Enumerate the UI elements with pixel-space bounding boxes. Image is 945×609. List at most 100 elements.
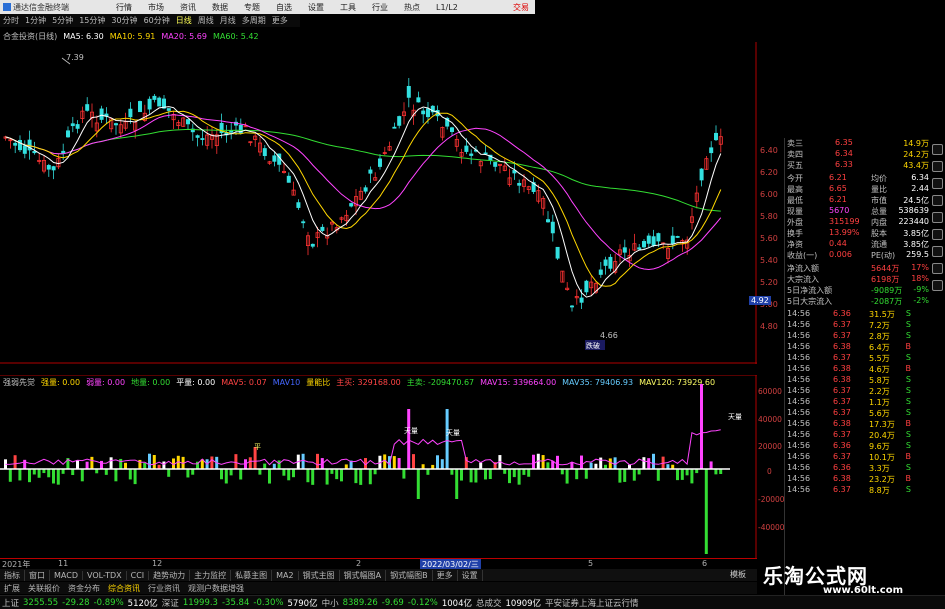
menu-item-news[interactable]: 资讯 (172, 2, 204, 13)
tab-settings[interactable]: 设置 (458, 569, 483, 581)
stat-value: 13.99% (829, 228, 860, 237)
tick-price: 6.37 (833, 320, 851, 329)
flow-row: 5日大宗流入 -2087万 -2% (785, 296, 931, 306)
tick-volume: 5.6万 (869, 409, 890, 418)
volume-bar (676, 469, 679, 481)
trade-button[interactable]: 交易 (513, 2, 535, 13)
tab-steel-a[interactable]: 钢式幅图A (340, 569, 387, 581)
tab-related[interactable]: 关联报价 (24, 583, 64, 594)
volume-bar (119, 458, 123, 469)
period-monthly[interactable]: 月线 (217, 15, 239, 26)
tab-general-news[interactable]: 综合资讯 (104, 583, 144, 594)
tab-trend[interactable]: 趋势动力 (149, 569, 191, 581)
menu-item-market[interactable]: 市场 (140, 2, 172, 13)
period-multi[interactable]: 多周期 (239, 15, 269, 26)
volume-bar (258, 469, 262, 475)
period-weekly[interactable]: 周线 (195, 15, 217, 26)
menu-item-topics[interactable]: 专题 (236, 2, 268, 13)
tab-steel-b[interactable]: 钢式幅图B (386, 569, 433, 581)
volume-indicator-chart[interactable]: 天量 天量 天量 平 (0, 375, 757, 558)
status-item: 5790亿 (287, 598, 318, 609)
tab-ma2[interactable]: MA2 (272, 570, 299, 580)
tab-fund-dist[interactable]: 资金分布 (64, 583, 104, 594)
period-intraday[interactable]: 分时 (0, 15, 22, 26)
tick-volume: 9.6万 (869, 442, 890, 451)
tab-extend[interactable]: 扩展 (0, 583, 24, 594)
tick-side: S (905, 309, 911, 318)
candle-body (449, 127, 454, 132)
tick-side: S (905, 430, 911, 439)
tab-private-main[interactable]: 私募主图 (231, 569, 273, 581)
stat-row: 收益(一) 0.006 PE(动) 259.5 (785, 250, 931, 260)
period-daily[interactable]: 日线 (173, 15, 195, 26)
period-60min[interactable]: 60分钟 (141, 15, 173, 26)
tab-indicator[interactable]: 指标 (0, 569, 25, 581)
menu-item-settings[interactable]: 设置 (300, 2, 332, 13)
tab-steel-main[interactable]: 钢式主图 (299, 569, 340, 581)
menu-item-level[interactable]: L1/L2 (428, 3, 466, 12)
toolbar-info-icon[interactable] (932, 144, 943, 155)
volume-bar (637, 469, 641, 475)
tab-macd[interactable]: MACD (50, 570, 83, 580)
toolbar-level-icon[interactable] (932, 229, 943, 240)
volume-bar (469, 469, 473, 483)
vol-tick: -40000 (758, 523, 785, 532)
period-more[interactable]: 更多 (269, 15, 291, 26)
volume-bar (709, 461, 713, 469)
tab-more[interactable]: 更多 (433, 569, 458, 581)
toolbar-chart-icon[interactable] (932, 161, 943, 172)
time-tick: 11 (58, 559, 69, 568)
menu-item-watchlist[interactable]: 自选 (268, 2, 300, 13)
period-5min[interactable]: 5分钟 (49, 15, 76, 26)
menu-item-tools[interactable]: 工具 (332, 2, 364, 13)
period-1min[interactable]: 1分钟 (22, 15, 49, 26)
tab-window[interactable]: 窗口 (25, 569, 50, 581)
volume-bar (71, 469, 75, 476)
menu-item-industry[interactable]: 行业 (364, 2, 396, 13)
flow-value: -9089万 (871, 286, 903, 295)
candle-body (66, 130, 71, 138)
toolbar-f10-icon[interactable] (932, 212, 943, 223)
toolbar-more-icon[interactable] (932, 280, 943, 291)
tick-time: 14:56 (787, 408, 811, 417)
toolbar-fund-icon[interactable] (932, 195, 943, 206)
tick-price: 6.37 (833, 386, 851, 395)
volume-bar (100, 460, 103, 469)
toolbar-alert-icon[interactable] (932, 246, 943, 257)
period-15min[interactable]: 15分钟 (76, 15, 108, 26)
volume-bar (416, 469, 420, 499)
tab-holder-data[interactable]: 观测户数据增强 (184, 583, 248, 594)
volume-bar (301, 453, 305, 469)
tick-time: 14:56 (787, 309, 811, 318)
tab-cci[interactable]: CCI (127, 570, 150, 580)
side-toolbar (930, 138, 945, 538)
candle-body (646, 235, 651, 244)
candle-body (363, 187, 368, 192)
candle-body (421, 110, 426, 115)
volume-bar (109, 457, 113, 469)
menu-item-quotes[interactable]: 行情 (108, 2, 140, 13)
vol-peak-label-a: 天量 (404, 427, 418, 435)
candlestick-chart[interactable]: 7.39 4.66 跌破 (0, 42, 757, 364)
toolbar-calc-icon[interactable] (932, 263, 943, 274)
tab-vol-tdx[interactable]: VOL-TDX (83, 570, 127, 580)
stat-label-2: 流通 (871, 240, 887, 249)
tick-price: 6.37 (833, 353, 851, 362)
tab-industry-news[interactable]: 行业资讯 (144, 583, 184, 594)
stat-label: 换手 (787, 229, 803, 238)
tick-volume: 4.6万 (869, 365, 890, 374)
tab-main-monitor[interactable]: 主力监控 (190, 569, 232, 581)
template-tab[interactable]: 模板 (730, 569, 746, 580)
candle-body (185, 119, 190, 125)
volume-bar (18, 469, 22, 481)
flow-row: 大宗流入 6198万 18% (785, 274, 931, 284)
stat-value: 6.21 (829, 173, 847, 182)
menu-item-data[interactable]: 数据 (204, 2, 236, 13)
candle-body (349, 203, 354, 207)
menu-item-hot[interactable]: 热点 (396, 2, 428, 13)
period-30min[interactable]: 30分钟 (108, 15, 140, 26)
tick-price: 6.37 (833, 408, 851, 417)
volume-bar (690, 469, 694, 484)
toolbar-news-icon[interactable] (932, 178, 943, 189)
menu-bar: 通达信金融终端 行情 市场 资讯 数据 专题 自选 设置 工具 行业 热点 L1… (0, 0, 535, 14)
